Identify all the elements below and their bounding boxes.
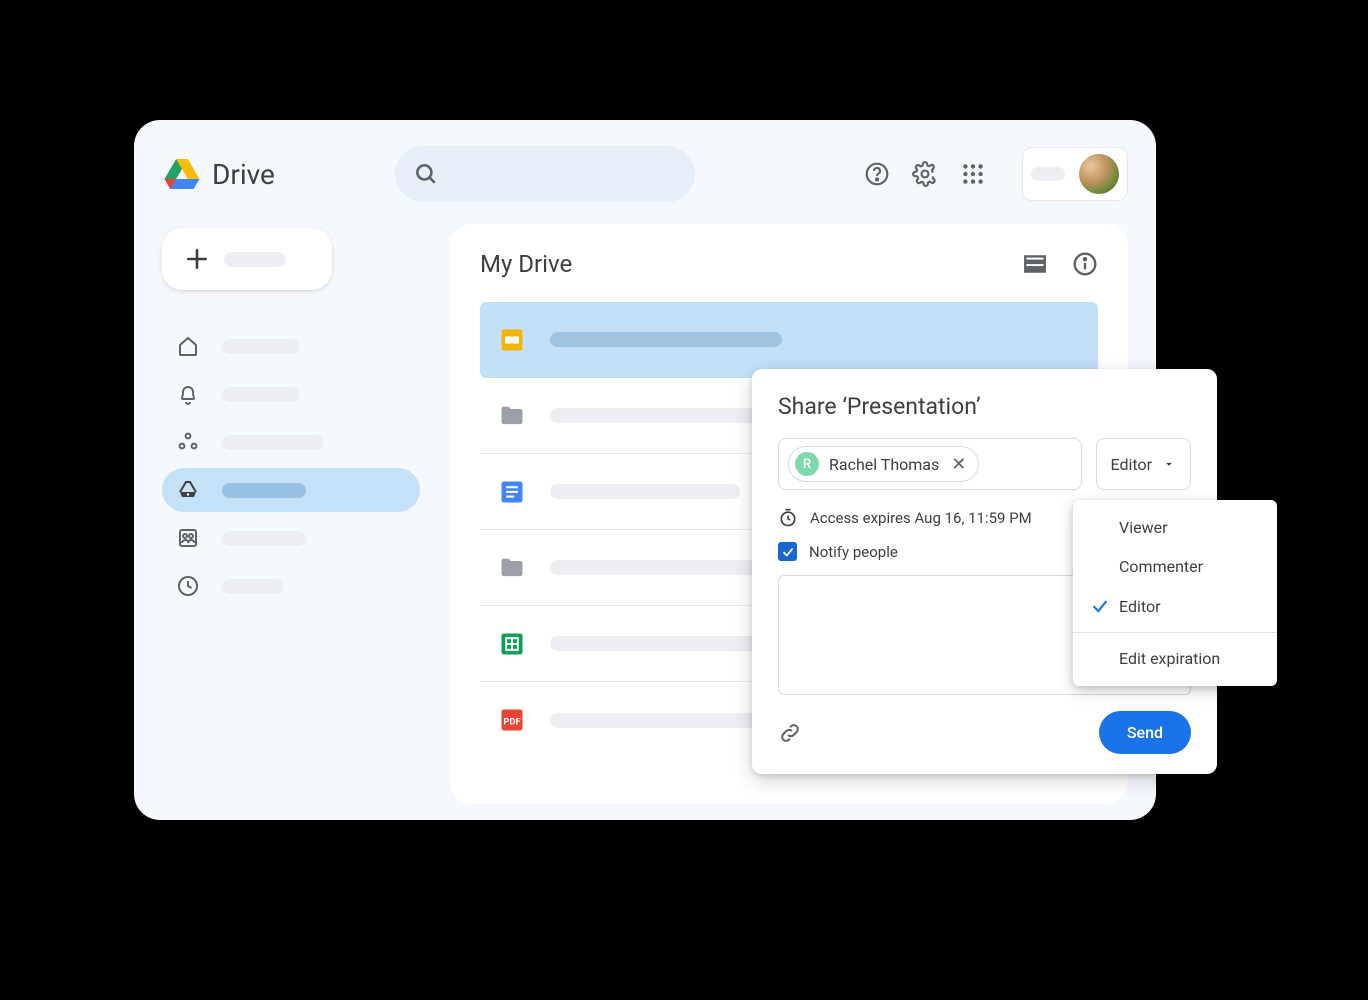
sidebar-item-shared-with-me[interactable]	[162, 420, 420, 464]
sidebar-label-placeholder	[222, 579, 284, 594]
role-label: Editor	[1111, 455, 1152, 474]
sidebar-label-placeholder	[222, 387, 300, 402]
account-switcher[interactable]	[1022, 147, 1128, 201]
recipient-chip[interactable]: R Rachel Thomas ✕	[788, 446, 979, 482]
search-input[interactable]	[395, 146, 695, 202]
role-option-editor[interactable]: Editor	[1073, 586, 1277, 626]
copy-link-icon[interactable]	[778, 721, 802, 745]
sidebar-item-shared-drives[interactable]	[162, 516, 420, 560]
list-view-icon[interactable]	[1022, 251, 1048, 277]
notify-checkbox[interactable]	[778, 542, 797, 561]
folder-icon	[498, 402, 526, 430]
send-button[interactable]: Send	[1099, 711, 1191, 754]
bell-icon	[176, 382, 200, 406]
app-name: Drive	[212, 158, 275, 191]
recipients-input[interactable]: R Rachel Thomas ✕	[778, 438, 1082, 490]
sheet-icon	[498, 630, 526, 658]
recipient-name: Rachel Thomas	[829, 455, 939, 474]
timer-icon	[778, 508, 798, 528]
sidebar-item-activity[interactable]	[162, 372, 420, 416]
share-dialog-title: Share ‘Presentation’	[778, 393, 1191, 420]
sidebar-item-home[interactable]	[162, 324, 420, 368]
edit-expiration-option[interactable]: Edit expiration	[1073, 639, 1277, 678]
file-name-placeholder	[550, 408, 782, 423]
recipient-avatar: R	[795, 452, 819, 476]
content-header: My Drive	[480, 246, 1098, 282]
sidebar-label-placeholder	[222, 483, 306, 498]
remove-recipient-icon[interactable]: ✕	[951, 454, 966, 475]
drive-logo-icon	[162, 154, 202, 194]
file-name-placeholder	[550, 484, 740, 499]
sidebar-label-placeholder	[222, 435, 324, 450]
role-option-commenter[interactable]: Commenter	[1073, 547, 1277, 586]
content-title: My Drive	[480, 250, 572, 278]
file-row-slides[interactable]	[480, 302, 1098, 378]
info-icon[interactable]	[1072, 251, 1098, 277]
top-icons	[864, 161, 986, 187]
home-icon	[176, 334, 200, 358]
file-name-placeholder	[550, 332, 782, 347]
search-icon	[413, 161, 439, 187]
role-dropdown[interactable]: Editor	[1096, 438, 1191, 490]
plus-icon	[184, 246, 210, 272]
check-icon	[1090, 596, 1110, 616]
drive-icon	[176, 478, 200, 502]
role-menu: Viewer Commenter Editor Edit expiration	[1073, 500, 1277, 686]
folder-icon	[498, 554, 526, 582]
role-option-viewer[interactable]: Viewer	[1073, 508, 1277, 547]
sidebar-label-placeholder	[222, 339, 300, 354]
check-icon	[781, 545, 795, 559]
new-button[interactable]	[162, 228, 332, 290]
file-name-placeholder	[550, 636, 782, 651]
help-icon[interactable]	[864, 161, 890, 187]
sidebar-item-recent[interactable]	[162, 564, 420, 608]
menu-separator	[1073, 632, 1277, 633]
sidebar-item-my-drive[interactable]	[162, 468, 420, 512]
sidebar	[162, 224, 420, 804]
chevron-down-icon	[1162, 457, 1176, 471]
new-label-placeholder	[224, 252, 286, 267]
logo[interactable]: Drive	[162, 154, 275, 194]
user-avatar[interactable]	[1079, 154, 1119, 194]
people-icon	[176, 430, 200, 454]
notify-label: Notify people	[809, 543, 898, 561]
shared-drives-icon	[176, 526, 200, 550]
top-bar: Drive	[162, 146, 1128, 202]
file-name-placeholder	[550, 713, 782, 728]
sidebar-label-placeholder	[222, 531, 306, 546]
pdf-icon: PDF	[498, 706, 526, 734]
settings-gear-icon[interactable]	[912, 161, 938, 187]
file-name-placeholder	[550, 560, 782, 575]
svg-text:PDF: PDF	[503, 717, 520, 728]
doc-icon	[498, 478, 526, 506]
sidebar-nav	[162, 324, 420, 608]
slides-icon	[498, 326, 526, 354]
account-label-placeholder	[1031, 167, 1065, 181]
apps-grid-icon[interactable]	[960, 161, 986, 187]
clock-icon	[176, 574, 200, 598]
